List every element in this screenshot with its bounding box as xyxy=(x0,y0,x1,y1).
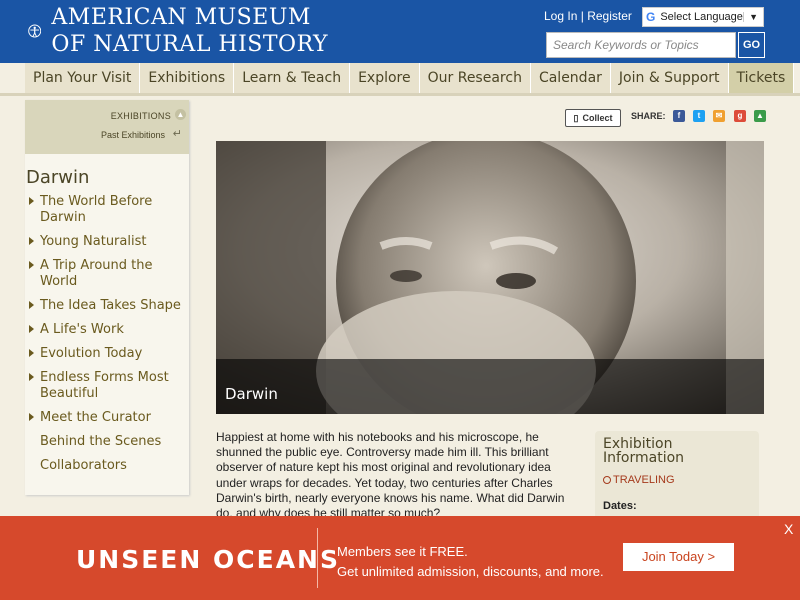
hero-caption-bar: Darwin xyxy=(216,359,764,414)
nav-exhibitions[interactable]: Exhibitions xyxy=(140,63,235,93)
email-icon[interactable]: ✉ xyxy=(713,110,725,122)
sidebar-item-lifes-work[interactable]: A Life's Work xyxy=(27,322,189,338)
main-nav: Plan Your Visit Exhibitions Learn & Teac… xyxy=(25,63,795,93)
sidebar-item-label: Meet the Curator xyxy=(40,410,151,425)
sidebar-item-label: Young Naturalist xyxy=(40,234,147,249)
search-input[interactable]: Search Keywords or Topics xyxy=(546,32,736,58)
hero-image: Darwin xyxy=(216,141,764,414)
nav-tickets[interactable]: Tickets xyxy=(728,63,795,93)
search-go-button[interactable]: GO xyxy=(738,32,765,58)
past-exhibitions-link[interactable]: Past Exhibitions xyxy=(101,130,165,140)
sidebar-item-label: The World Before Darwin xyxy=(40,194,153,225)
language-label: Select Language xyxy=(660,11,743,23)
circle-icon xyxy=(603,476,611,484)
sidebar-item-meet-curator[interactable]: Meet the Curator xyxy=(27,410,189,426)
sidebar-item-behind-scenes[interactable]: Behind the Scenes xyxy=(27,434,189,450)
sidebar-item-evolution-today[interactable]: Evolution Today xyxy=(27,346,189,362)
info-title: Exhibition Information xyxy=(603,436,685,466)
sidebar-item-world-before[interactable]: The World Before Darwin xyxy=(27,194,189,226)
dates-label: Dates: xyxy=(603,500,637,512)
collect-button[interactable]: ▯ Collect xyxy=(565,109,621,127)
triangle-right-icon xyxy=(29,237,34,245)
triangle-right-icon xyxy=(29,349,34,357)
sidebar-item-label: Behind the Scenes xyxy=(40,434,162,449)
nav-join-support[interactable]: Join & Support xyxy=(611,63,729,93)
sidebar-item-collaborators[interactable]: Collaborators xyxy=(27,458,189,474)
promo-banner: UNSEEN OCEANS Members see it FREE. Get u… xyxy=(0,516,800,600)
separator: | xyxy=(580,9,584,23)
google-icon: G xyxy=(646,10,656,24)
triangle-right-icon xyxy=(29,197,34,205)
close-icon[interactable]: X xyxy=(784,521,793,537)
nav-explore[interactable]: Explore xyxy=(350,63,420,93)
google-plus-icon[interactable]: g xyxy=(734,110,746,122)
collect-label: Collect xyxy=(582,113,613,123)
account-links: Log In | Register xyxy=(544,9,632,23)
traveling-badge[interactable]: TRAVELING xyxy=(603,474,751,486)
nav-our-research[interactable]: Our Research xyxy=(420,63,531,93)
sidebar-item-trip-around[interactable]: A Trip Around the World xyxy=(27,258,189,290)
intro-text: Happiest at home with his notebooks and … xyxy=(216,430,565,521)
sidebar-item-label: A Trip Around the World xyxy=(40,258,153,289)
banner-title: UNSEEN OCEANS xyxy=(76,545,340,574)
hero-caption: Darwin xyxy=(225,385,278,403)
dropdown-arrow-icon: ▼ xyxy=(743,12,763,22)
sidebar-item-label: The Idea Takes Shape xyxy=(40,298,181,313)
join-today-button[interactable]: Join Today > xyxy=(623,543,734,571)
museum-logo[interactable]: AMERICAN MUSEUM OF NATURAL HISTORY xyxy=(28,2,328,60)
traveling-label: TRAVELING xyxy=(613,474,675,486)
banner-divider xyxy=(317,528,318,588)
logo-line-2: OF NATURAL HISTORY xyxy=(51,32,328,57)
sidebar-title[interactable]: Darwin xyxy=(25,154,189,194)
triangle-right-icon xyxy=(29,413,34,421)
exhibitions-link[interactable]: EXHIBITIONS xyxy=(111,111,171,121)
sidebar-list: The World Before Darwin Young Naturalist… xyxy=(25,194,189,474)
nav-calendar[interactable]: Calendar xyxy=(531,63,611,93)
vitruvian-man-icon xyxy=(28,24,42,38)
register-link[interactable]: Register xyxy=(587,9,632,23)
site-header: AMERICAN MUSEUM OF NATURAL HISTORY Log I… xyxy=(0,0,800,63)
sidebar-item-label: Collaborators xyxy=(40,458,127,473)
sidebar-item-endless-forms[interactable]: Endless Forms Most Beautiful xyxy=(27,370,189,402)
triangle-right-icon xyxy=(29,325,34,333)
logo-line-1: AMERICAN MUSEUM xyxy=(51,5,311,30)
banner-line-1: Members see it FREE. xyxy=(337,544,468,559)
banner-line-2: Get unlimited admission, discounts, and … xyxy=(337,564,604,579)
nav-divider xyxy=(0,93,800,96)
sidebar-item-idea-takes-shape[interactable]: The Idea Takes Shape xyxy=(27,298,189,314)
return-arrow-icon: ↵ xyxy=(172,128,182,140)
sidebar-item-label: Endless Forms Most Beautiful xyxy=(40,370,169,401)
triangle-right-icon xyxy=(29,373,34,381)
sidebar-item-label: A Life's Work xyxy=(40,322,124,337)
sidebar-item-young-naturalist[interactable]: Young Naturalist xyxy=(27,234,189,250)
nav-learn-teach[interactable]: Learn & Teach xyxy=(234,63,351,93)
triangle-right-icon xyxy=(29,261,34,269)
twitter-icon[interactable]: t xyxy=(693,110,705,122)
share-label: SHARE: xyxy=(631,111,666,121)
nav-plan-your-visit[interactable]: Plan Your Visit xyxy=(25,63,141,93)
language-select[interactable]: G Select Language ▼ xyxy=(642,7,764,27)
sidebar-header: EXHIBITIONS ▲ Past Exhibitions ↵ xyxy=(25,100,189,154)
login-link[interactable]: Log In xyxy=(544,9,577,23)
up-arrow-icon[interactable]: ▲ xyxy=(175,109,186,120)
bookmark-icon: ▯ xyxy=(573,112,579,123)
sidebar-item-label: Evolution Today xyxy=(40,346,143,361)
facebook-icon[interactable]: f xyxy=(673,110,685,122)
triangle-right-icon xyxy=(29,301,34,309)
sidebar: EXHIBITIONS ▲ Past Exhibitions ↵ Darwin … xyxy=(25,100,189,495)
classroom-icon[interactable]: ▲ xyxy=(754,110,766,122)
